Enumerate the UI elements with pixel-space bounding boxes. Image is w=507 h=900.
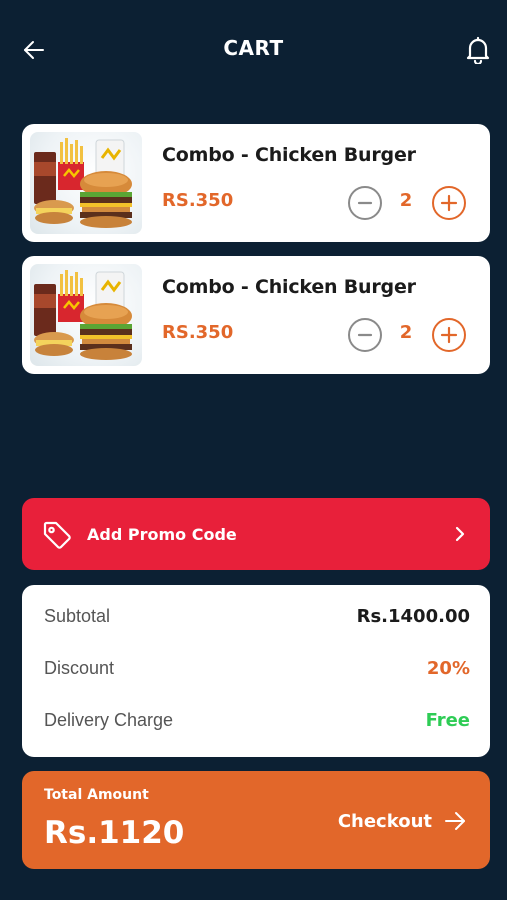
top-bar: CART: [0, 0, 507, 100]
quantity-value: 2: [399, 322, 413, 343]
add-promo-code-button[interactable]: Add Promo Code: [22, 498, 490, 570]
total-value: Rs.1120: [44, 815, 185, 851]
order-summary: Subtotal Rs.1400.00 Discount 20% Deliver…: [22, 585, 490, 757]
minus-icon: [357, 333, 373, 337]
checkout-label: Checkout: [337, 810, 432, 832]
minus-icon: [357, 201, 373, 205]
arrow-right-icon: [445, 812, 465, 830]
decrease-quantity-button[interactable]: [348, 186, 382, 220]
tag-icon: [43, 521, 71, 549]
increase-quantity-button[interactable]: [432, 318, 466, 352]
checkout-button[interactable]: Checkout: [338, 805, 466, 837]
page-title: CART: [223, 36, 284, 60]
delivery-row: Delivery Charge Free: [44, 705, 470, 735]
item-name: Combo - Chicken Burger: [162, 144, 416, 166]
cart-item: Combo - Chicken Burger RS.350 2: [22, 124, 490, 242]
increase-quantity-button[interactable]: [432, 186, 466, 220]
burger-combo-image: [30, 264, 142, 366]
burger-combo-image: [30, 132, 142, 234]
subtotal-label: Subtotal: [44, 605, 111, 626]
plus-icon: [440, 326, 458, 344]
subtotal-row: Subtotal Rs.1400.00: [44, 601, 470, 631]
decrease-quantity-button[interactable]: [348, 318, 382, 352]
item-price: RS.350: [162, 190, 234, 211]
discount-row: Discount 20%: [44, 653, 470, 683]
chevron-right-icon: [455, 526, 465, 542]
item-name: Combo - Chicken Burger: [162, 276, 416, 298]
subtotal-value: Rs.1400.00: [356, 605, 470, 627]
plus-icon: [440, 194, 458, 212]
total-label: Total Amount: [44, 787, 149, 803]
bell-icon: [466, 36, 490, 64]
total-bar: Total Amount Rs.1120 Checkout: [22, 771, 490, 869]
discount-value: 20%: [426, 657, 470, 679]
delivery-value: Free: [425, 709, 470, 731]
promo-label: Add Promo Code: [87, 525, 237, 544]
cart-item: Combo - Chicken Burger RS.350 2: [22, 256, 490, 374]
item-price: RS.350: [162, 322, 234, 343]
delivery-label: Delivery Charge: [44, 709, 174, 730]
notifications-button[interactable]: [462, 34, 494, 66]
discount-label: Discount: [44, 657, 115, 678]
quantity-value: 2: [399, 190, 413, 211]
